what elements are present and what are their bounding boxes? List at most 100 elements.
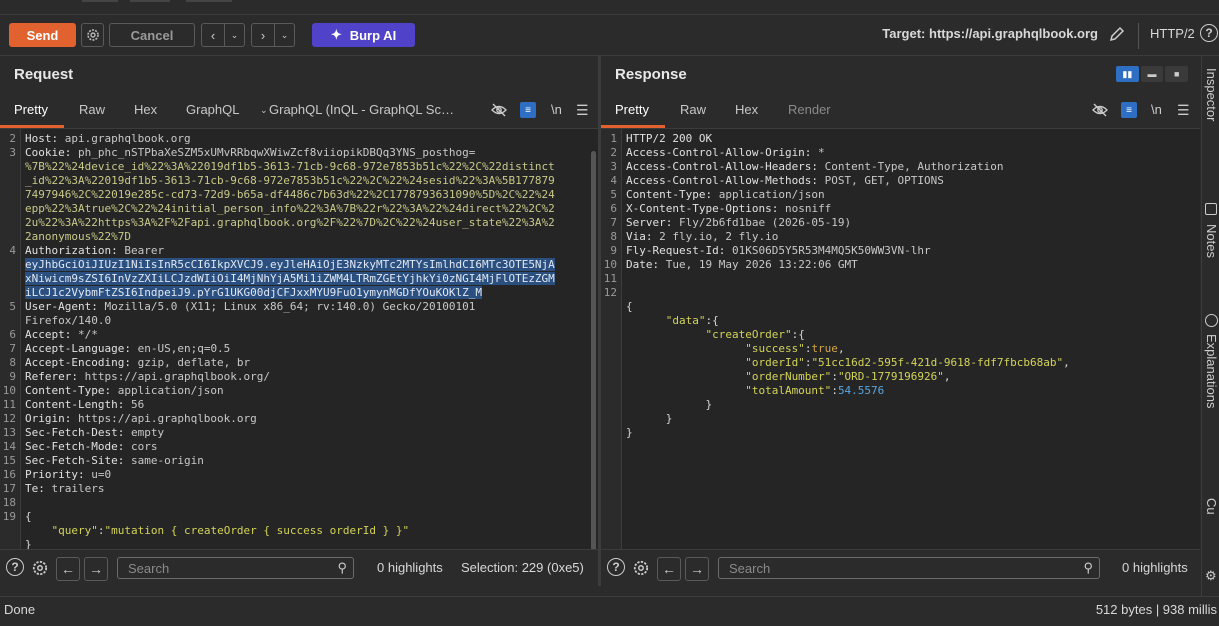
response-editor[interactable]: 1 HTTP/2 200 OK 2 Access-Control-Allow-Orig…: [601, 129, 1200, 549]
cookie-value: 2anonymous%22%7D: [25, 230, 131, 243]
tab-raw[interactable]: Raw: [680, 102, 706, 117]
back-dropdown-button[interactable]: ⌄: [225, 23, 245, 47]
header-value: api.graphqlbook.org: [58, 132, 191, 145]
search-box: ⚲: [117, 557, 354, 579]
help-icon[interactable]: ?: [6, 558, 24, 576]
tab-hex[interactable]: Hex: [134, 102, 157, 117]
previous-match-button[interactable]: ←: [56, 557, 80, 581]
help-icon[interactable]: ?: [1200, 24, 1218, 42]
toolbar: Send Cancel ‹ ⌄ › ⌄ ✦ Burp AI Target: ht…: [0, 14, 1219, 56]
settings-button[interactable]: [81, 23, 104, 47]
line-number: 14: [2, 440, 16, 453]
selection-info: Selection: 229 (0xe5): [461, 560, 584, 575]
sparkle-icon: ✦: [330, 27, 342, 42]
menu-icon[interactable]: ☰: [576, 102, 589, 119]
hide-icon[interactable]: [491, 102, 507, 121]
line-number: 3: [610, 160, 617, 173]
tab-inql[interactable]: GraphQL (InQL - GraphQL Sc…: [269, 102, 459, 117]
line-number: 9: [9, 370, 16, 383]
sidebar-item-inspector[interactable]: Inspector: [1204, 68, 1219, 178]
json-punctuation: :{: [705, 314, 719, 327]
cancel-button[interactable]: Cancel: [109, 23, 195, 47]
target-label: Target: https://api.graphqlbook.org: [882, 26, 1098, 41]
highlights-count: 0 highlights: [377, 560, 443, 575]
send-button[interactable]: Send: [9, 23, 76, 47]
header-value: 2 fly.io, 2 fly.io: [652, 230, 779, 243]
newline-toggle[interactable]: \n: [1151, 102, 1162, 117]
next-match-button[interactable]: →: [84, 557, 108, 581]
back-button[interactable]: ‹: [201, 23, 225, 47]
scrollbar[interactable]: [591, 151, 596, 549]
code-line: Content-Length: 56: [25, 398, 144, 412]
header-value: application/json: [111, 384, 224, 397]
search-input[interactable]: [727, 560, 931, 577]
json-punctuation: :: [831, 384, 838, 397]
menu-icon[interactable]: ☰: [1177, 102, 1190, 119]
status-bar: Done 512 bytes | 938 millis: [0, 596, 1219, 626]
code-line: }: [25, 538, 32, 549]
json-key: "orderNumber": [626, 370, 832, 383]
tab-pretty[interactable]: Pretty: [14, 102, 48, 117]
tab-pretty[interactable]: Pretty: [615, 102, 649, 117]
arrow-right-icon: →: [89, 561, 103, 577]
search-input[interactable]: [126, 560, 330, 577]
selected-token: iLCJ1c2VybmFtZSI6IndpeiJ9.pYrG1UKG00djCF…: [25, 286, 482, 299]
json-key: "data": [626, 314, 706, 327]
code-line: }: [626, 412, 673, 426]
chevron-down-icon[interactable]: ⌄: [260, 105, 268, 116]
arrow-left-icon: ←: [61, 561, 75, 577]
next-match-button[interactable]: →: [685, 557, 709, 581]
repeater-tab[interactable]: [82, 0, 118, 2]
tab-hex[interactable]: Hex: [735, 102, 758, 117]
help-icon[interactable]: ?: [607, 558, 625, 576]
tab-raw[interactable]: Raw: [79, 102, 105, 117]
layout-tabs-button[interactable]: ■: [1165, 66, 1189, 82]
line-number: 4: [9, 244, 16, 257]
code-line: User-Agent: Mozilla/5.0 (X11; Linux x86_…: [25, 300, 475, 314]
code-line: "success":true,: [626, 342, 844, 356]
forward-button[interactable]: ›: [251, 23, 275, 47]
wrap-lines-icon[interactable]: ≡: [1121, 102, 1137, 118]
code-line: Priority: u=0: [25, 468, 111, 482]
json-string: "mutation { createOrder { success orderI…: [104, 524, 410, 537]
header-name: Accept:: [25, 328, 72, 341]
layout-stacked-button[interactable]: ▬: [1140, 66, 1164, 82]
tab-render[interactable]: Render: [788, 102, 831, 117]
gear-icon: [32, 560, 48, 576]
hide-icon[interactable]: [1092, 102, 1108, 121]
line-number: 4: [610, 174, 617, 187]
code-line: Content-Type: application/json: [626, 188, 825, 202]
protocol-selector[interactable]: HTTP/2: [1150, 26, 1195, 41]
gear-icon[interactable]: ⚙: [1205, 568, 1219, 583]
previous-match-button[interactable]: ←: [657, 557, 681, 581]
code-line: xNiwicm9sZSI6InVzZXIiLCJzdWIiOiI4MjNhYjA…: [25, 272, 555, 286]
edit-target-button[interactable]: [1107, 24, 1127, 44]
burp-ai-button[interactable]: ✦ Burp AI: [312, 23, 415, 47]
arrow-right-icon: →: [690, 561, 704, 577]
header-name: Accept-Language:: [25, 342, 131, 355]
header-name: User-Agent:: [25, 300, 98, 313]
chevron-down-icon: ⌄: [230, 29, 239, 40]
repeater-tab[interactable]: [130, 0, 170, 2]
request-editor[interactable]: 2 Host: api.graphqlbook.org 3 Cookie: ph_ph…: [0, 129, 598, 549]
line-number: 19: [2, 510, 16, 523]
tab-graphql[interactable]: GraphQL: [186, 102, 239, 117]
json-boolean: true: [811, 342, 838, 355]
settings-button[interactable]: [30, 558, 50, 578]
sidebar-item-explanations[interactable]: Explanations: [1204, 334, 1219, 444]
code-line: Content-Type: application/json: [25, 384, 224, 398]
header-name: Via:: [626, 230, 653, 243]
settings-button[interactable]: [631, 558, 651, 578]
line-number: 15: [2, 454, 16, 467]
line-number: 9: [610, 244, 617, 257]
wrap-lines-icon[interactable]: ≡: [520, 102, 536, 118]
cookie-value: 7497946%2C%22019e285c-cd73-72d9-b65a-df4…: [25, 188, 555, 201]
newline-toggle[interactable]: \n: [551, 102, 562, 117]
forward-dropdown-button[interactable]: ⌄: [275, 23, 295, 47]
layout-side-by-side-button[interactable]: ▮▮: [1116, 66, 1139, 82]
sidebar-item-custom-actions[interactable]: Cu: [1204, 498, 1219, 548]
sidebar-item-notes[interactable]: Notes: [1204, 224, 1219, 284]
json-number: 54.5576: [837, 384, 885, 397]
repeater-tab[interactable]: [186, 0, 232, 2]
header-name: Access-Control-Allow-Headers:: [626, 160, 819, 173]
